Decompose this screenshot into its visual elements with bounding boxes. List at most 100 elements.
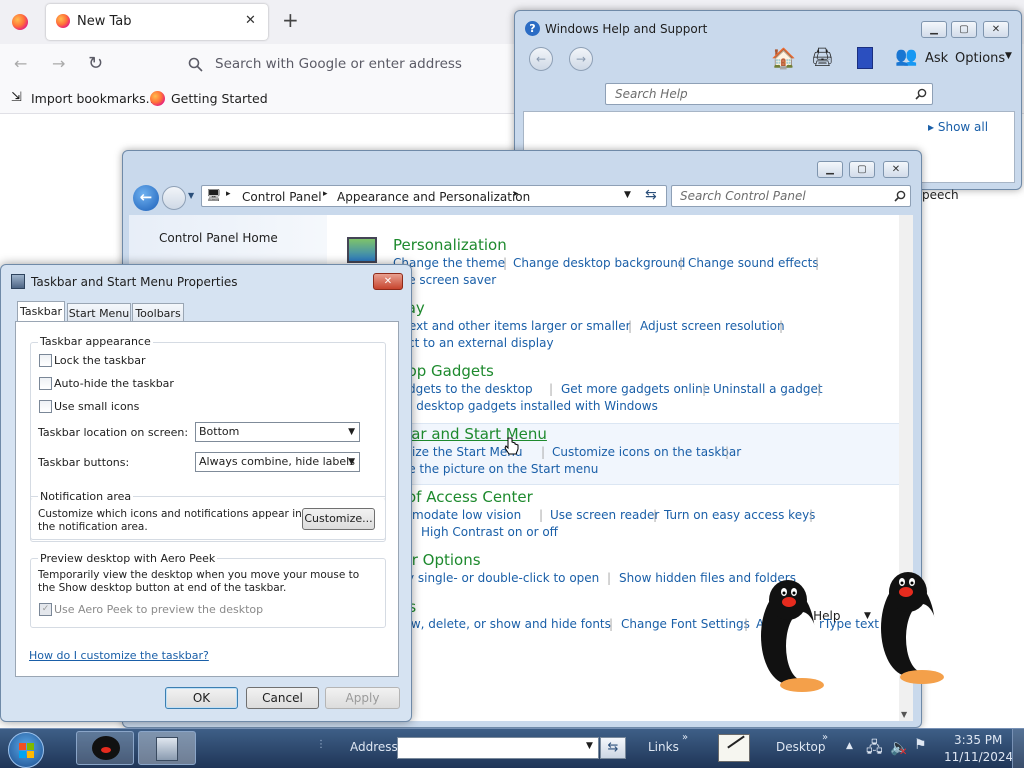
desktop-toolbar-label[interactable]: Desktop bbox=[776, 740, 826, 754]
bookmark-import[interactable]: Import bookmarks... bbox=[31, 91, 158, 106]
tab-toolbars[interactable]: Toolbars bbox=[132, 303, 184, 323]
help-minimize-button[interactable]: ▁ bbox=[921, 21, 947, 38]
dialog-close-button[interactable]: ✕ bbox=[373, 273, 403, 290]
desktop-overflow-icon[interactable]: » bbox=[822, 732, 828, 743]
action-center-flag-icon[interactable]: ⚑ bbox=[914, 737, 927, 753]
breadcrumb-appearance[interactable]: Appearance and Personalization bbox=[337, 190, 530, 204]
section-link[interactable]: Turn on easy access keys bbox=[664, 508, 815, 522]
cp-search-input[interactable]: Search Control Panel bbox=[671, 185, 911, 207]
help-back-icon[interactable]: ← bbox=[529, 47, 553, 71]
apply-button[interactable]: Apply bbox=[325, 687, 400, 709]
help-forward-icon[interactable]: → bbox=[569, 47, 593, 71]
scroll-down-icon-2[interactable]: ▼ bbox=[901, 710, 907, 719]
section-link[interactable]: Adjust screen resolution bbox=[640, 319, 785, 333]
cancel-button[interactable]: Cancel bbox=[246, 687, 319, 709]
section-title[interactable]: kbar and Start Menu bbox=[393, 425, 547, 443]
ok-button[interactable]: OK bbox=[165, 687, 238, 709]
back-arrow-icon[interactable]: ← bbox=[14, 54, 27, 73]
section-link[interactable]: gadgets to the desktop bbox=[393, 382, 533, 396]
taskbar-address-input[interactable]: ▼ bbox=[397, 737, 599, 759]
firefox-logo-icon[interactable] bbox=[12, 14, 28, 30]
section-link[interactable]: nge the picture on the Start menu bbox=[393, 462, 598, 476]
penguin-icon[interactable] bbox=[878, 566, 948, 684]
cp-close-button[interactable]: ✕ bbox=[883, 161, 909, 178]
tab-new-tab[interactable]: New Tab ✕ bbox=[46, 4, 268, 40]
location-select[interactable]: Bottom ▼ bbox=[195, 422, 360, 442]
small-icons-checkbox[interactable] bbox=[39, 400, 52, 413]
url-bar[interactable]: Search with Google or enter address bbox=[178, 48, 518, 80]
show-desktop-button[interactable] bbox=[1012, 729, 1024, 768]
start-button[interactable] bbox=[8, 732, 44, 768]
section-link[interactable]: Get more gadgets online bbox=[561, 382, 710, 396]
toolbar-grip-icon[interactable]: ⋮ bbox=[316, 739, 326, 750]
help-maximize-button[interactable]: ▢ bbox=[951, 21, 977, 38]
recent-pages-chevron-icon[interactable]: ▼ bbox=[188, 191, 194, 200]
clock-time[interactable]: 3:35 PM bbox=[954, 733, 1002, 747]
section-link[interactable]: ore desktop gadgets installed with Windo… bbox=[393, 399, 658, 413]
ask-icon[interactable]: 👥 bbox=[895, 46, 917, 67]
section-link[interactable]: Uninstall a gadget bbox=[713, 382, 823, 396]
lock-taskbar-label[interactable]: Lock the taskbar bbox=[54, 354, 146, 367]
section-link[interactable]: High Contrast on or off bbox=[421, 525, 558, 539]
tab-start-menu[interactable]: Start Menu bbox=[67, 303, 131, 323]
section-title[interactable]: e of Access Center bbox=[393, 488, 533, 506]
bookmark-getting-started[interactable]: Getting Started bbox=[171, 91, 268, 106]
section-link[interactable]: view, delete, or show and hide fonts bbox=[393, 617, 611, 631]
browse-help-icon[interactable] bbox=[857, 47, 873, 69]
taskbar-control-panel-button[interactable] bbox=[138, 731, 196, 765]
auto-hide-label[interactable]: Auto-hide the taskbar bbox=[54, 377, 174, 390]
refresh-icon[interactable]: ⇆ bbox=[645, 187, 657, 203]
ask-label[interactable]: Ask bbox=[925, 51, 948, 66]
options-chevron-down-icon[interactable]: ▼ bbox=[1005, 51, 1012, 61]
cp-back-icon[interactable]: ← bbox=[133, 185, 159, 211]
links-toolbar-label[interactable]: Links bbox=[648, 740, 679, 754]
cp-address-bar[interactable]: 🖥 ▸ Control Panel ▸ Appearance and Perso… bbox=[201, 185, 667, 207]
section-link[interactable]: Use screen reader bbox=[550, 508, 659, 522]
section-link[interactable]: Change sound effects bbox=[688, 256, 819, 270]
customize-button[interactable]: Customize... bbox=[302, 508, 375, 530]
section-link[interactable]: cify single- or double-click to open bbox=[393, 571, 599, 585]
cp-maximize-button[interactable]: ▢ bbox=[849, 161, 875, 178]
network-icon[interactable]: 🖧 bbox=[866, 737, 883, 762]
cp-home-link[interactable]: Control Panel Home bbox=[159, 231, 278, 245]
cp-forward-icon[interactable] bbox=[162, 186, 186, 210]
section-link[interactable]: Change desktop background bbox=[513, 256, 685, 270]
print-icon[interactable]: 🖨 bbox=[811, 47, 834, 68]
tab-taskbar[interactable]: Taskbar bbox=[17, 301, 65, 323]
auto-hide-checkbox[interactable] bbox=[39, 377, 52, 390]
go-refresh-icon[interactable]: ⇆ bbox=[600, 737, 626, 759]
forward-arrow-icon[interactable]: → bbox=[52, 54, 65, 73]
help-search-icon[interactable] bbox=[915, 88, 927, 100]
links-overflow-icon[interactable]: » bbox=[682, 732, 688, 743]
section-link[interactable]: ommodate low vision bbox=[393, 508, 521, 522]
aero-peek-checkbox[interactable]: ✓ bbox=[39, 603, 52, 616]
home-icon[interactable]: 🏠 bbox=[771, 46, 796, 70]
cp-minimize-button[interactable]: ▁ bbox=[817, 161, 843, 178]
section-link[interactable]: rType text bbox=[819, 617, 879, 631]
clock-date[interactable]: 11/11/2024 bbox=[944, 750, 1013, 764]
section-link[interactable]: nect to an external display bbox=[393, 336, 554, 350]
section-link[interactable]: Change Font Settings bbox=[621, 617, 750, 631]
breadcrumb-control-panel[interactable]: Control Panel bbox=[242, 190, 322, 204]
aero-peek-label[interactable]: Use Aero Peek to preview the desktop bbox=[54, 603, 263, 616]
small-icons-label[interactable]: Use small icons bbox=[54, 400, 139, 413]
section-link[interactable]: Customize icons on the taskbar bbox=[552, 445, 741, 459]
lock-taskbar-checkbox[interactable] bbox=[39, 354, 52, 367]
help-link[interactable]: How do I customize the taskbar? bbox=[29, 649, 209, 662]
address-dropdown-icon[interactable]: ▼ bbox=[624, 190, 631, 200]
chevron-down-icon[interactable]: ▼ bbox=[586, 741, 593, 751]
help-search-input[interactable]: Search Help bbox=[605, 83, 933, 105]
close-tab-icon[interactable]: ✕ bbox=[245, 13, 256, 28]
taskbar-pingus-button[interactable] bbox=[76, 731, 134, 765]
new-tab-button[interactable]: + bbox=[282, 8, 299, 32]
show-hidden-icons-chevron[interactable]: ▲ bbox=[846, 741, 853, 751]
buttons-select[interactable]: Always combine, hide labels ▼ bbox=[195, 452, 360, 472]
show-all-link[interactable]: ▸ Show all bbox=[928, 120, 988, 134]
section-link[interactable]: e text and other items larger or smaller bbox=[393, 319, 631, 333]
reload-icon[interactable]: ↻ bbox=[88, 53, 103, 74]
notepad-quicklaunch-icon[interactable] bbox=[718, 734, 750, 762]
help-close-button[interactable]: ✕ bbox=[983, 21, 1009, 38]
penguin-icon[interactable] bbox=[758, 574, 828, 692]
cp-search-icon[interactable] bbox=[894, 190, 906, 202]
section-title[interactable]: Personalization bbox=[393, 236, 507, 254]
